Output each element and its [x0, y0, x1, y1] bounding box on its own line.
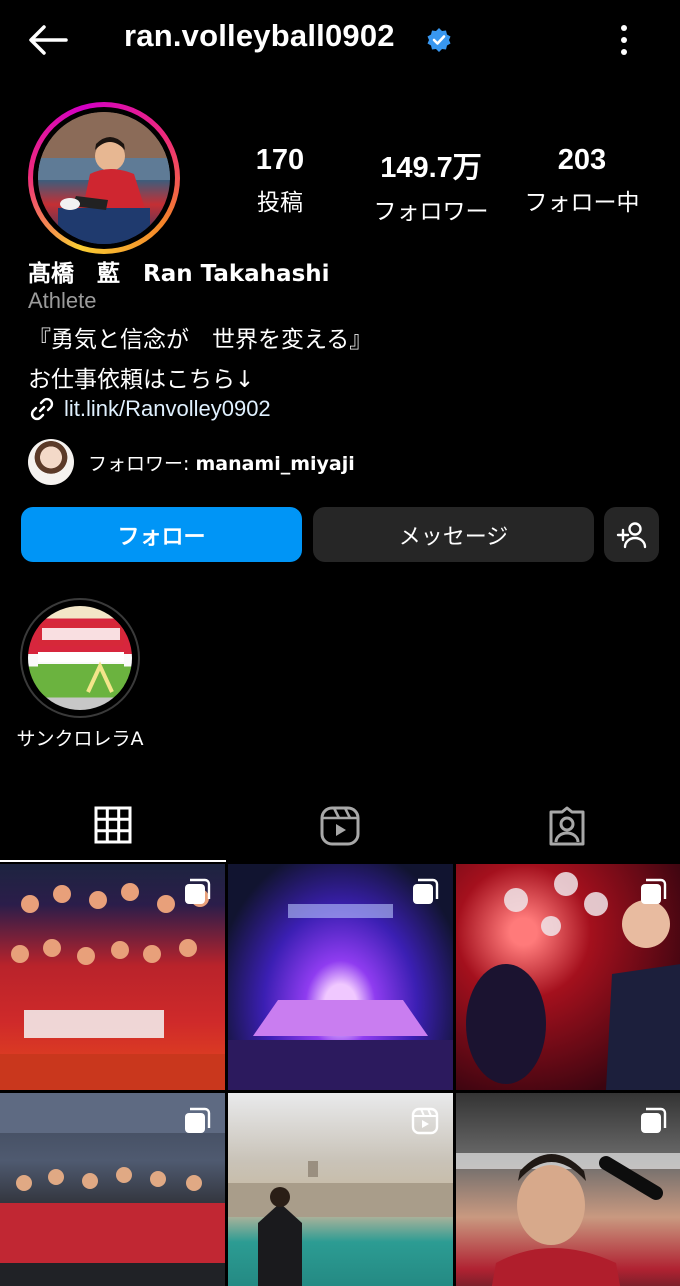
- carousel-icon: [413, 878, 439, 904]
- avatar: [38, 112, 170, 244]
- carousel-icon: [641, 1107, 667, 1133]
- reels-icon: [320, 806, 360, 846]
- post-thumbnail[interactable]: [456, 1093, 680, 1286]
- post-thumbnail[interactable]: [0, 864, 225, 1090]
- reels-icon: [411, 1107, 439, 1135]
- profile-username: ran.volleyball0902: [124, 18, 395, 53]
- arrow-left-icon: [29, 25, 68, 55]
- add-user-icon: [616, 521, 646, 548]
- tab-posts[interactable]: [0, 790, 226, 862]
- post-thumbnail[interactable]: [456, 864, 680, 1090]
- tab-tagged[interactable]: [454, 790, 680, 862]
- profile-avatar-story-ring[interactable]: [28, 102, 180, 254]
- more-vertical-icon: [621, 25, 627, 55]
- link-icon: [30, 397, 54, 421]
- tab-reels[interactable]: [227, 790, 453, 862]
- avatar-border: [33, 107, 175, 249]
- suggested-users-button[interactable]: [604, 507, 659, 562]
- grid-icon: [94, 806, 132, 844]
- verified-badge-icon: [426, 27, 452, 53]
- top-bar: ran.volleyball0902: [0, 0, 680, 80]
- bio-line: お仕事依頼はこちら↓: [28, 367, 255, 393]
- post-thumbnail[interactable]: [0, 1093, 225, 1286]
- mutual-followers-text: フォロワー: manami_miyaji: [88, 449, 355, 476]
- followers-count-label: フォロワー: [373, 199, 489, 225]
- tagged-icon: [549, 806, 585, 846]
- highlight-label: サンクロレラA: [16, 728, 144, 750]
- posts-count-value: 170: [255, 144, 305, 176]
- post-thumbnail[interactable]: [228, 864, 453, 1090]
- story-highlight[interactable]: [20, 598, 140, 718]
- following-count-value: 203: [557, 144, 607, 176]
- following-count-label: フォロー中: [524, 190, 640, 216]
- carousel-icon: [641, 878, 667, 904]
- carousel-icon: [185, 1107, 211, 1133]
- more-options-button[interactable]: [610, 22, 638, 58]
- message-button[interactable]: メッセージ: [313, 507, 594, 562]
- followers-count[interactable]: 149.7万 フォロワー: [360, 144, 502, 226]
- posts-count-label: 投稿: [257, 190, 303, 216]
- back-button[interactable]: [26, 22, 70, 58]
- profile-full-name: 髙橋 藍 Ran Takahashi: [28, 261, 330, 287]
- profile-tabs: [0, 790, 680, 862]
- following-count[interactable]: 203 フォロー中: [516, 144, 648, 217]
- posts-count[interactable]: 170 投稿: [232, 144, 328, 217]
- mutual-prefix: フォロワー:: [88, 452, 196, 475]
- mutual-followers[interactable]: フォロワー: manami_miyaji: [28, 438, 355, 486]
- profile-category: Athlete: [28, 288, 97, 313]
- carousel-icon: [185, 878, 211, 904]
- follow-button[interactable]: フォロー: [21, 507, 302, 562]
- bio-link[interactable]: lit.link/Ranvolley0902: [28, 394, 271, 424]
- highlight-cover: [28, 606, 132, 710]
- mutual-username: manami_miyaji: [195, 452, 355, 475]
- post-thumbnail[interactable]: [228, 1093, 453, 1286]
- bio-link-text: lit.link/Ranvolley0902: [64, 396, 271, 421]
- bio-line: 『勇気と信念が 世界を変える』: [28, 327, 373, 353]
- mutual-follower-avatar: [28, 439, 74, 485]
- followers-count-value: 149.7万: [380, 152, 482, 184]
